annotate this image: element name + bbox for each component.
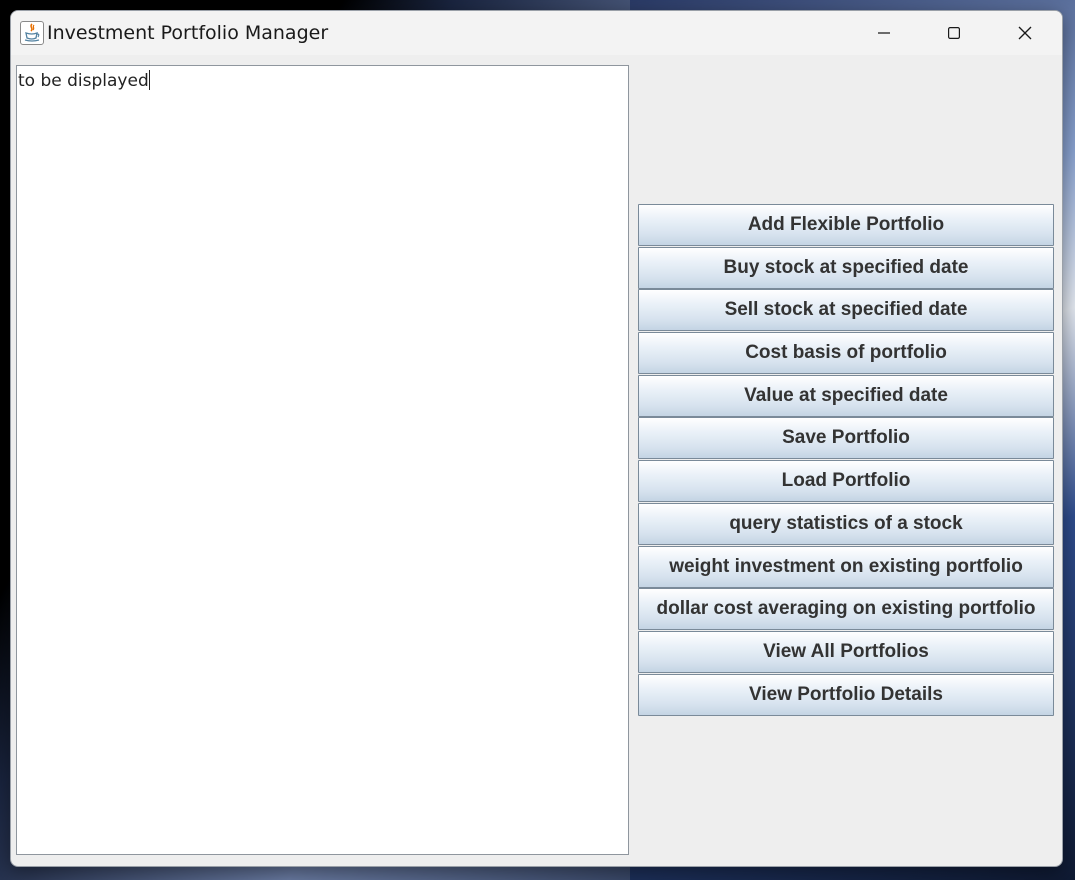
minimize-button[interactable] (849, 11, 919, 55)
close-button[interactable] (990, 11, 1060, 55)
weight-investment-button[interactable]: weight investment on existing portfolio (638, 545, 1054, 588)
load-portfolio-button[interactable]: Load Portfolio (638, 460, 1054, 503)
app-window: Investment Portfolio Manager to be displ… (10, 10, 1063, 867)
buy-stock-button[interactable]: Buy stock at specified date (638, 246, 1054, 289)
java-coffee-cup-icon (20, 21, 44, 45)
add-flexible-portfolio-button[interactable]: Add Flexible Portfolio (638, 204, 1054, 246)
window-title: Investment Portfolio Manager (47, 22, 329, 44)
title-bar[interactable]: Investment Portfolio Manager (11, 11, 1062, 55)
close-icon (1018, 26, 1032, 40)
minimize-icon (878, 32, 890, 34)
view-all-portfolios-button[interactable]: View All Portfolios (638, 630, 1054, 673)
save-portfolio-button[interactable]: Save Portfolio (638, 417, 1054, 460)
value-at-date-button[interactable]: Value at specified date (638, 374, 1054, 417)
maximize-button[interactable] (919, 11, 989, 55)
maximize-icon (948, 27, 960, 39)
sell-stock-button[interactable]: Sell stock at specified date (638, 289, 1054, 332)
text-caret (148, 70, 150, 90)
output-text-area[interactable]: to be displayed (16, 65, 629, 855)
action-button-panel: Add Flexible Portfolio Buy stock at spec… (638, 204, 1054, 716)
view-portfolio-details-button[interactable]: View Portfolio Details (638, 673, 1054, 716)
dollar-cost-averaging-button[interactable]: dollar cost averaging on existing portfo… (638, 588, 1054, 631)
output-text: to be displayed (18, 71, 149, 91)
cost-basis-button[interactable]: Cost basis of portfolio (638, 332, 1054, 375)
query-statistics-button[interactable]: query statistics of a stock (638, 502, 1054, 545)
